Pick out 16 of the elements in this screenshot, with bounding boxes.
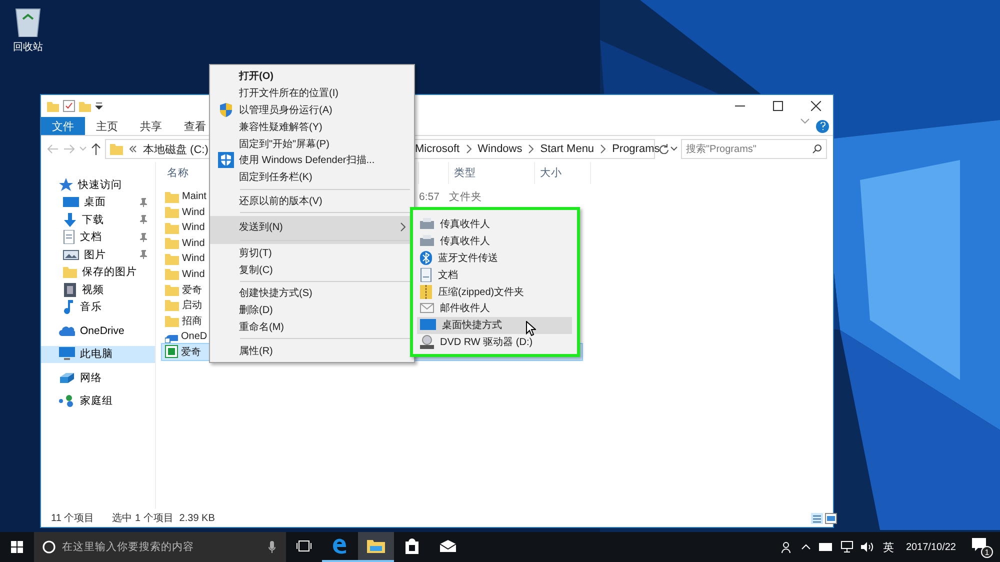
file-name: 爱奇 bbox=[182, 284, 202, 297]
file-name: OneD bbox=[181, 330, 208, 342]
file-name: Wind bbox=[182, 238, 205, 249]
file-name: 启动 bbox=[182, 298, 202, 312]
file-name: Wind bbox=[182, 268, 205, 280]
file-name: Wind bbox=[182, 253, 205, 264]
file-name: Wind bbox=[182, 222, 205, 234]
file-name: 招商 bbox=[182, 314, 202, 328]
file-name: Maint bbox=[182, 191, 206, 202]
item-count: 11 个项目 bbox=[51, 512, 94, 525]
file-type: 文件夹 bbox=[449, 190, 482, 203]
file-name: 爱奇 bbox=[181, 346, 201, 359]
file-date: 6:57 bbox=[419, 190, 440, 203]
selection-count: 选中 1 个项目 bbox=[112, 512, 174, 525]
file-name: Wind bbox=[182, 206, 205, 218]
selection-size: 2.39 KB bbox=[179, 512, 215, 524]
